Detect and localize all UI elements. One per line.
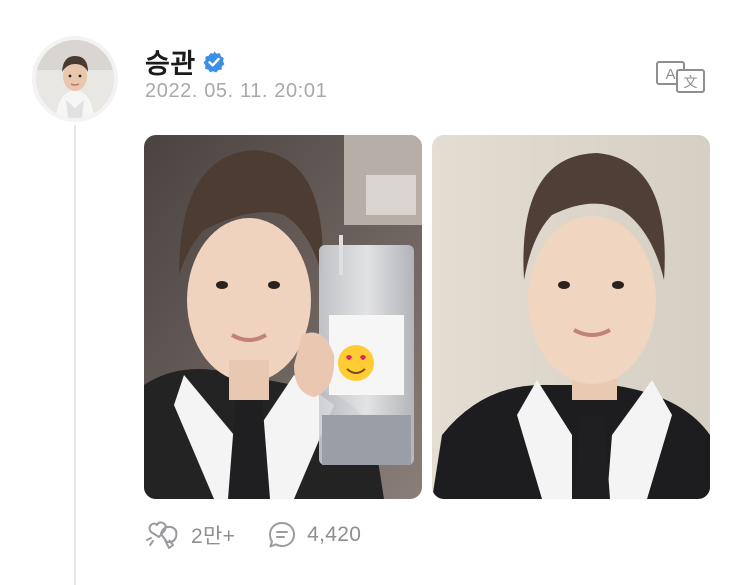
translate-icon: A 文 [656, 61, 705, 93]
like-button[interactable]: 2만+ [145, 518, 235, 552]
author-name[interactable]: 승관 [145, 42, 196, 81]
author-row: 승관 [145, 42, 226, 81]
post-card: 승관 2022. 05. 11. 20:01 A 文 2만+ 4,420 [0, 0, 750, 585]
avatar[interactable] [32, 36, 118, 122]
photo-1[interactable] [144, 135, 422, 499]
comment-icon [269, 522, 296, 548]
like-count: 2만+ [191, 525, 236, 548]
translate-button[interactable]: A 文 [655, 60, 707, 94]
photo-selfie [432, 135, 710, 499]
verified-badge-icon [203, 51, 225, 73]
photo-2[interactable] [432, 135, 710, 499]
heart-reaction-icon [146, 521, 178, 549]
photo-gallery [144, 135, 710, 499]
comment-button[interactable]: 4,420 [267, 520, 361, 550]
svg-text:文: 文 [684, 75, 698, 91]
post-timestamp: 2022. 05. 11. 20:01 [145, 80, 328, 102]
svg-text:A: A [665, 66, 675, 83]
thread-line [74, 125, 76, 585]
avatar-image [36, 40, 114, 118]
comment-count: 4,420 [307, 523, 362, 546]
post-actions: 2만+ 4,420 [145, 518, 361, 552]
photo-selfie-with-drink [144, 135, 422, 499]
